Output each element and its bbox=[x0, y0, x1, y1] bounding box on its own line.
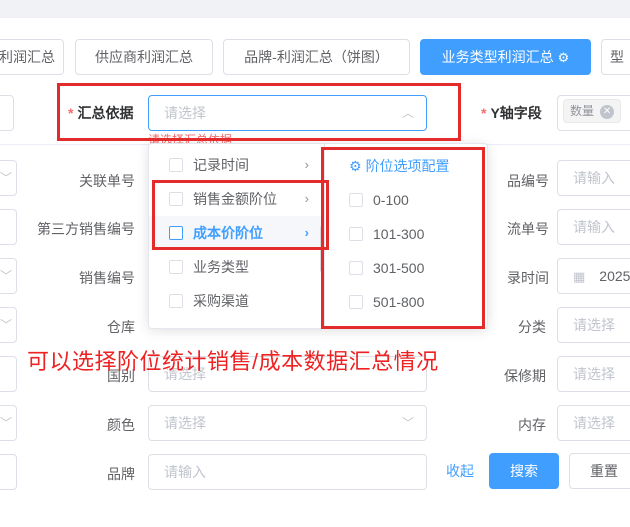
label-related-no: 关联单号 bbox=[79, 173, 135, 189]
checkbox[interactable] bbox=[349, 227, 363, 241]
close-icon[interactable]: ✕ bbox=[600, 104, 615, 119]
brand-input[interactable]: 请输入 bbox=[148, 454, 427, 490]
left-cut-input[interactable] bbox=[0, 454, 17, 490]
input-placeholder: 请输入 bbox=[164, 464, 206, 480]
chevron-down-icon: ﹀ bbox=[401, 416, 414, 430]
left-cut-input[interactable] bbox=[0, 356, 17, 392]
chevron-right-icon: › bbox=[304, 157, 309, 172]
label-color: 颜色 bbox=[107, 417, 135, 433]
chevron-right-icon: › bbox=[304, 191, 309, 206]
summary-basis-select[interactable]: 请选择 ︿ bbox=[148, 95, 427, 131]
top-strip bbox=[0, 0, 630, 18]
checkbox[interactable] bbox=[349, 193, 363, 207]
y-axis-label: * Y轴字段 bbox=[481, 105, 542, 121]
option-sales-amount-tier[interactable]: 销售金额阶位 › bbox=[149, 182, 323, 216]
collapse-link[interactable]: 收起 bbox=[446, 461, 474, 481]
tier-option[interactable]: 0-100 bbox=[349, 185, 409, 215]
checkbox[interactable] bbox=[169, 226, 183, 240]
chevron-down-icon: ﹀ bbox=[0, 416, 12, 430]
reset-button[interactable]: 重置 bbox=[569, 453, 630, 489]
checkbox[interactable] bbox=[349, 261, 363, 275]
cascader-dropdown: 记录时间 › 销售金额阶位 › 成本价阶位 › 业务类型 采购渠道 ⚙ 阶位选项配置 0… bbox=[148, 143, 488, 329]
annotation-caption: 可以选择阶位统计销售/成本数据汇总情况 bbox=[27, 349, 439, 374]
y-axis-tag: 数量 ✕ bbox=[563, 99, 622, 123]
tab-profit-summary[interactable]: 利润汇总 bbox=[0, 39, 64, 75]
tab-supplier-profit[interactable]: 供应商利润汇总 bbox=[75, 39, 213, 75]
label-product-no: 品编号 bbox=[507, 173, 549, 189]
label-third-party-sales-no: 第三方销售编号 bbox=[37, 221, 135, 237]
label-record-time: 录时间 bbox=[507, 270, 549, 286]
select-placeholder: 请选择 bbox=[573, 317, 615, 333]
label-sales-no: 销售编号 bbox=[79, 270, 135, 286]
left-cut-input[interactable]: ﹀ bbox=[0, 405, 17, 441]
checkbox[interactable] bbox=[169, 192, 183, 206]
flow-no-input[interactable]: 请输入 bbox=[557, 209, 630, 245]
summary-basis-label: * 汇总依据 bbox=[68, 105, 134, 121]
checkbox[interactable] bbox=[169, 294, 183, 308]
label-warranty: 保修期 bbox=[504, 368, 546, 384]
chevron-down-icon: ﹀ bbox=[0, 318, 12, 332]
label-memory: 内存 bbox=[518, 417, 546, 433]
input-placeholder: 请输入 bbox=[573, 170, 615, 186]
gear-icon: ⚙ bbox=[557, 50, 570, 65]
tier-option[interactable]: 301-500 bbox=[349, 253, 424, 283]
search-button[interactable]: 搜索 bbox=[489, 453, 559, 489]
left-cut-input[interactable] bbox=[0, 209, 17, 245]
chevron-down-icon: ﹀ bbox=[0, 171, 12, 185]
record-time-picker[interactable]: ▦ 2025 bbox=[557, 258, 630, 294]
tab-label: 利润汇总 bbox=[0, 49, 55, 65]
color-select[interactable]: 请选择 ﹀ bbox=[148, 405, 427, 441]
date-value: 2025 bbox=[599, 268, 630, 284]
option-cost-price-tier[interactable]: 成本价阶位 › bbox=[149, 216, 323, 250]
option-purchase-channel[interactable]: 采购渠道 bbox=[149, 284, 323, 318]
chevron-down-icon: ﹀ bbox=[0, 269, 12, 283]
checkbox[interactable] bbox=[349, 295, 363, 309]
input-placeholder: 请输入 bbox=[573, 219, 615, 235]
option-record-time[interactable]: 记录时间 › bbox=[149, 148, 323, 182]
left-cut-input[interactable] bbox=[0, 95, 14, 131]
tier-option[interactable]: 501-800 bbox=[349, 287, 424, 317]
left-cut-input[interactable]: ﹀ bbox=[0, 307, 17, 343]
left-cut-input[interactable]: ﹀ bbox=[0, 160, 17, 196]
memory-select[interactable]: 请选择 bbox=[557, 405, 630, 441]
left-cut-input[interactable]: ﹀ bbox=[0, 258, 17, 294]
label-warehouse: 仓库 bbox=[107, 319, 135, 335]
chevron-right-icon: › bbox=[304, 225, 309, 240]
select-placeholder: 请选择 bbox=[573, 366, 615, 382]
label-brand: 品牌 bbox=[107, 466, 135, 482]
select-placeholder: 请选择 bbox=[573, 415, 615, 431]
tier-option[interactable]: 101-300 bbox=[349, 219, 424, 249]
select-placeholder: 请选择 bbox=[164, 415, 206, 431]
tab-more[interactable]: 型 bbox=[601, 39, 630, 75]
product-no-input[interactable]: 请输入 bbox=[557, 160, 630, 196]
required-mark: * bbox=[68, 105, 74, 121]
tab-label: 业务类型利润汇总 bbox=[441, 49, 554, 65]
tab-label: 品牌-利润汇总（饼图） bbox=[244, 49, 389, 65]
tab-brand-profit-pie[interactable]: 品牌-利润汇总（饼图） bbox=[223, 39, 410, 75]
tier-config-link[interactable]: ⚙ 阶位选项配置 bbox=[349, 152, 450, 180]
label-flow-no: 流单号 bbox=[507, 221, 549, 237]
checkbox[interactable] bbox=[169, 260, 183, 274]
tab-label: 型 bbox=[610, 49, 624, 65]
tab-label: 供应商利润汇总 bbox=[95, 49, 193, 65]
calendar-icon: ▦ bbox=[573, 269, 586, 284]
select-placeholder: 请选择 bbox=[164, 105, 206, 121]
tab-business-type-profit[interactable]: 业务类型利润汇总 ⚙ bbox=[420, 39, 591, 75]
gear-icon: ⚙ bbox=[349, 158, 362, 174]
warranty-select[interactable]: 请选择 bbox=[557, 356, 630, 392]
option-business-type[interactable]: 业务类型 bbox=[149, 250, 323, 284]
label-category: 分类 bbox=[518, 319, 546, 335]
category-select[interactable]: 请选择 bbox=[557, 307, 630, 343]
chevron-up-icon: ︿ bbox=[401, 106, 414, 120]
required-mark: * bbox=[481, 105, 487, 121]
menu-divider bbox=[324, 144, 325, 328]
checkbox[interactable] bbox=[169, 158, 183, 172]
